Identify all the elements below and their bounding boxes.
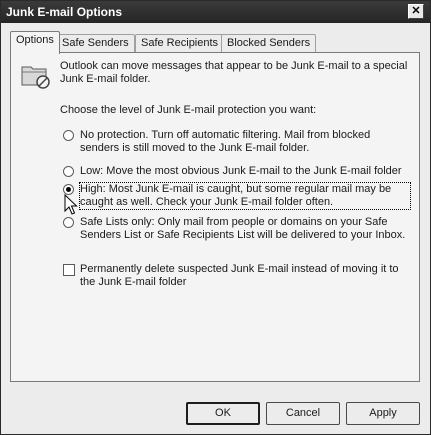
permanently-delete-checkbox[interactable]: [63, 264, 75, 276]
title-bar[interactable]: Junk E-mail Options ✕: [1, 1, 430, 23]
radio-selected-dot: [66, 187, 71, 192]
cancel-button[interactable]: Cancel: [266, 402, 340, 425]
tab-options[interactable]: Options: [10, 31, 60, 54]
tab-safe-senders[interactable]: Safe Senders: [56, 34, 135, 52]
tab-blocked-senders[interactable]: Blocked Senders: [221, 34, 317, 52]
close-icon: ✕: [411, 5, 421, 17]
options-panel: Outlook can move messages that appear to…: [10, 52, 420, 382]
tab-safe-recipients[interactable]: Safe Recipients: [135, 34, 225, 52]
safe-lists-only-radio[interactable]: [63, 217, 74, 228]
no-protection-radio[interactable]: [63, 130, 74, 141]
intro-text: Outlook can move messages that appear to…: [60, 60, 408, 85]
low-radio[interactable]: [63, 166, 74, 177]
apply-button[interactable]: Apply: [346, 402, 420, 425]
low-label[interactable]: Low: Move the most obvious Junk E-mail t…: [80, 165, 410, 178]
high-label[interactable]: High: Most Junk E-mail is caught, but so…: [79, 182, 411, 210]
ok-button[interactable]: OK: [186, 402, 260, 425]
mouse-pointer-icon: [64, 194, 78, 215]
junk-folder-icon: [21, 66, 50, 89]
dialog-title: Junk E-mail Options: [6, 5, 123, 19]
no-protection-label[interactable]: No protection. Turn off automatic filter…: [80, 129, 410, 155]
close-button[interactable]: ✕: [408, 4, 424, 19]
junk-email-options-dialog: Junk E-mail Options ✕ Safe Senders Safe …: [0, 0, 431, 435]
safe-lists-only-label[interactable]: Safe Lists only: Only mail from people o…: [80, 216, 410, 242]
protection-level-prompt: Choose the level of Junk E-mail protecti…: [60, 104, 317, 116]
permanently-delete-label[interactable]: Permanently delete suspected Junk E-mail…: [80, 263, 410, 289]
